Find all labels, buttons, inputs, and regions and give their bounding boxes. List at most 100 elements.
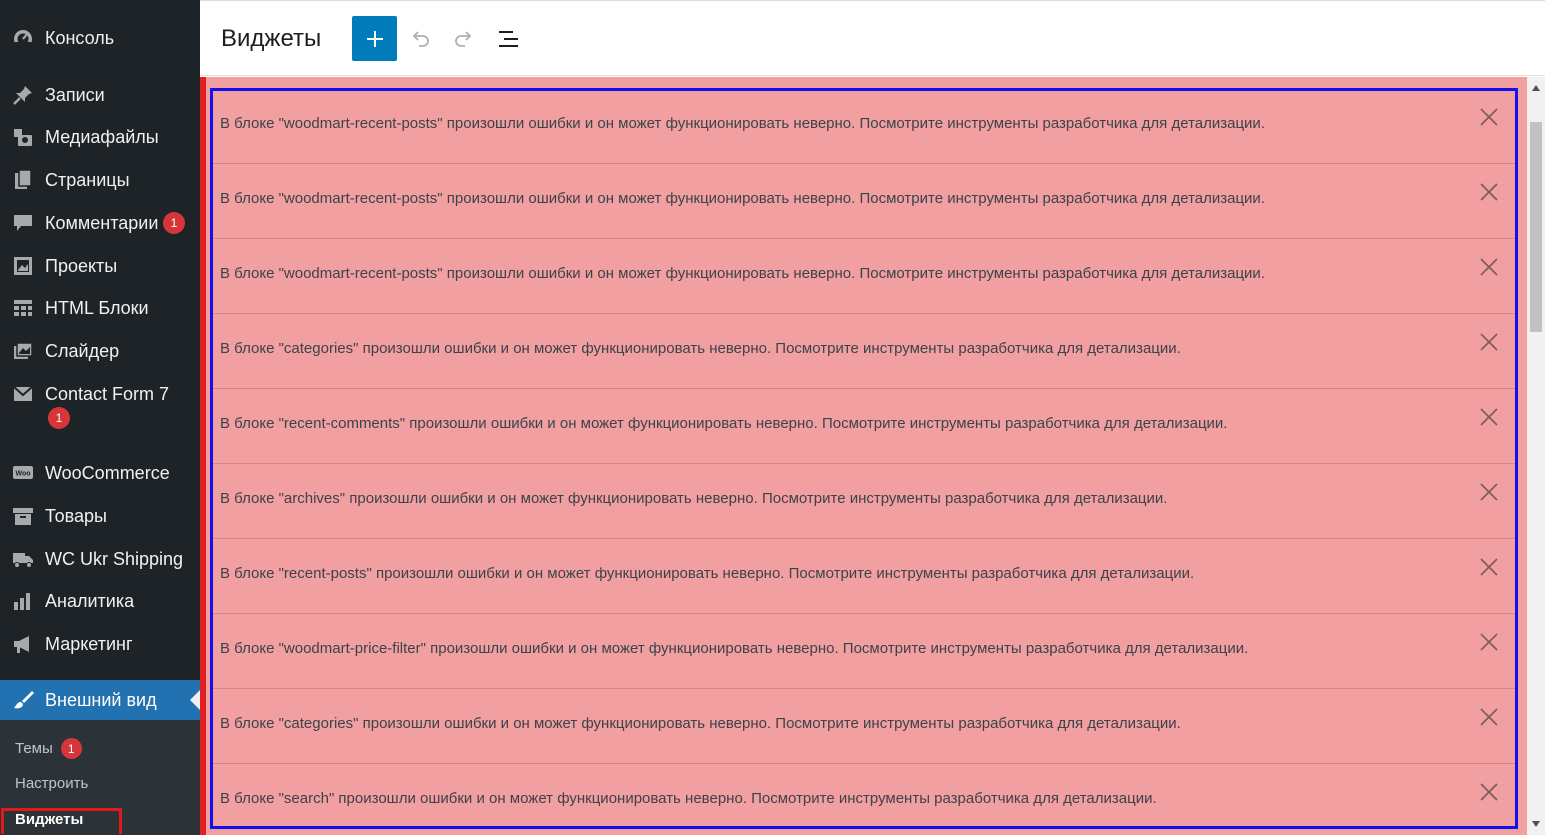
admin-sidebar: Консоль Записи Медиафайлы Страницы Комме… xyxy=(0,0,200,835)
archive-icon xyxy=(11,504,35,528)
chart-bar-icon xyxy=(11,589,35,613)
sidebar-item-label: Товары xyxy=(45,505,107,526)
brush-icon xyxy=(11,688,35,712)
close-icon[interactable] xyxy=(1478,406,1500,428)
sidebar-item-woocommerce[interactable]: Woo WooCommerce xyxy=(0,453,200,493)
sidebar-item-label: Медиафайлы xyxy=(45,126,159,147)
megaphone-icon xyxy=(11,632,35,656)
sidebar-item-wc-ukr-shipping[interactable]: WC Ukr Shipping xyxy=(0,539,200,579)
list-view-button[interactable] xyxy=(496,26,522,52)
portfolio-icon xyxy=(11,254,35,278)
undo-icon xyxy=(412,31,429,47)
error-notice: В блоке "search" произошли ошибки и он м… xyxy=(212,764,1515,839)
close-icon[interactable] xyxy=(1478,181,1500,203)
sidebar-item-marketing[interactable]: Маркетинг xyxy=(0,624,200,664)
notice-message: В блоке "categories" произошли ошибки и … xyxy=(220,340,1181,357)
themes-count-badge: 1 xyxy=(60,738,82,759)
contact-form-count-badge: 1 xyxy=(48,407,70,429)
sidebar-item-dashboard[interactable]: Консоль xyxy=(0,18,200,58)
current-item-highlight xyxy=(1,808,122,834)
close-icon[interactable] xyxy=(1478,106,1500,128)
error-notice: В блоке "woodmart-price-filter" произошл… xyxy=(212,614,1515,689)
close-icon[interactable] xyxy=(1478,781,1500,803)
notice-message: В блоке "woodmart-price-filter" произошл… xyxy=(220,640,1249,657)
notice-message: В блоке "woodmart-recent-posts" произошл… xyxy=(220,190,1265,207)
sidebar-item-products[interactable]: Товары xyxy=(0,496,200,536)
svg-text:Woo: Woo xyxy=(15,471,30,478)
pin-icon xyxy=(11,83,35,107)
sidebar-item-label: Аналитика xyxy=(45,590,135,611)
close-icon[interactable] xyxy=(1478,631,1500,653)
scroll-thumb[interactable] xyxy=(1530,122,1542,332)
undo-button[interactable] xyxy=(407,26,433,52)
slider-icon xyxy=(11,339,35,363)
sidebar-item-slider[interactable]: Слайдер xyxy=(0,331,200,371)
vertical-scrollbar[interactable] xyxy=(1527,77,1545,835)
sidebar-item-label: Contact Form 7 xyxy=(45,383,170,404)
grid-icon xyxy=(11,296,35,320)
close-icon[interactable] xyxy=(1478,481,1500,503)
submenu-item-customize[interactable]: Настроить xyxy=(15,775,88,792)
sidebar-item-label: Внешний вид xyxy=(45,689,157,710)
dashboard-icon xyxy=(11,26,35,50)
notice-message: В блоке "woodmart-recent-posts" произошл… xyxy=(220,115,1265,132)
sidebar-item-label: Записи xyxy=(45,84,105,105)
notice-message: В блоке "categories" произошли ошибки и … xyxy=(220,715,1181,732)
redo-button[interactable] xyxy=(451,26,477,52)
comments-icon xyxy=(11,211,35,235)
sidebar-item-label: Маркетинг xyxy=(45,633,133,654)
sidebar-item-comments[interactable]: Комментарии 1 xyxy=(0,203,200,243)
pages-icon xyxy=(11,168,35,192)
notice-message: В блоке "woodmart-recent-posts" произошл… xyxy=(220,265,1265,282)
sidebar-item-analytics[interactable]: Аналитика xyxy=(0,581,200,621)
error-notice: В блоке "woodmart-recent-posts" произошл… xyxy=(212,164,1515,239)
submenu-item-label: Темы xyxy=(15,740,53,757)
editor-header: Виджеты xyxy=(200,0,1545,76)
notice-message: В блоке "recent-posts" произошли ошибки … xyxy=(220,565,1195,582)
close-icon[interactable] xyxy=(1478,256,1500,278)
page-title: Виджеты xyxy=(221,25,322,52)
sidebar-item-html-blocks[interactable]: HTML Блоки xyxy=(0,288,200,328)
plus-icon xyxy=(366,30,383,47)
error-notice: В блоке "archives" произошли ошибки и он… xyxy=(212,464,1515,539)
mail-icon xyxy=(11,382,35,406)
comments-count-badge: 1 xyxy=(163,212,185,234)
active-menu-arrow xyxy=(190,690,200,710)
truck-icon xyxy=(11,547,35,571)
scroll-down-icon[interactable] xyxy=(1532,821,1540,827)
sidebar-item-projects[interactable]: Проекты xyxy=(0,246,200,286)
sidebar-item-label: HTML Блоки xyxy=(45,297,149,318)
add-block-button[interactable] xyxy=(352,16,397,61)
error-edge-bar xyxy=(200,77,206,835)
notice-message: В блоке "recent-comments" произошли ошиб… xyxy=(220,415,1228,432)
close-icon[interactable] xyxy=(1478,331,1500,353)
submenu-item-themes[interactable]: Темы 1 xyxy=(15,738,82,759)
error-notice: В блоке "woodmart-recent-posts" произошл… xyxy=(212,239,1515,314)
error-notice: В блоке "categories" произошли ошибки и … xyxy=(212,689,1515,764)
sidebar-item-label: Комментарии xyxy=(45,212,159,233)
notice-message: В блоке "search" произошли ошибки и он м… xyxy=(220,790,1157,807)
close-icon[interactable] xyxy=(1478,556,1500,578)
sidebar-item-pages[interactable]: Страницы xyxy=(0,160,200,200)
error-notice: В блоке "woodmart-recent-posts" произошл… xyxy=(212,89,1515,164)
notice-message: В блоке "archives" произошли ошибки и он… xyxy=(220,490,1168,507)
sidebar-item-label: Консоль xyxy=(45,27,115,48)
redo-icon xyxy=(455,31,472,47)
media-icon xyxy=(11,125,35,149)
sidebar-item-label: WooCommerce xyxy=(45,462,170,483)
error-notice-list: В блоке "woodmart-recent-posts" произошл… xyxy=(212,89,1515,839)
error-notice: В блоке "recent-comments" произошли ошиб… xyxy=(212,389,1515,464)
close-icon[interactable] xyxy=(1478,706,1500,728)
sidebar-item-label: WC Ukr Shipping xyxy=(45,548,184,569)
error-notice: В блоке "categories" произошли ошибки и … xyxy=(212,314,1515,389)
error-notice: В блоке "recent-posts" произошли ошибки … xyxy=(212,539,1515,614)
sidebar-item-contact-form[interactable]: Contact Form 7 xyxy=(0,374,200,414)
scroll-up-icon[interactable] xyxy=(1532,85,1540,91)
list-view-icon xyxy=(499,31,518,47)
woo-icon: Woo xyxy=(11,461,35,485)
submenu-item-label: Настроить xyxy=(15,775,89,792)
sidebar-item-media[interactable]: Медиафайлы xyxy=(0,117,200,157)
sidebar-item-posts[interactable]: Записи xyxy=(0,75,200,115)
sidebar-item-appearance[interactable]: Внешний вид xyxy=(0,680,200,720)
sidebar-item-label: Слайдер xyxy=(45,340,120,361)
